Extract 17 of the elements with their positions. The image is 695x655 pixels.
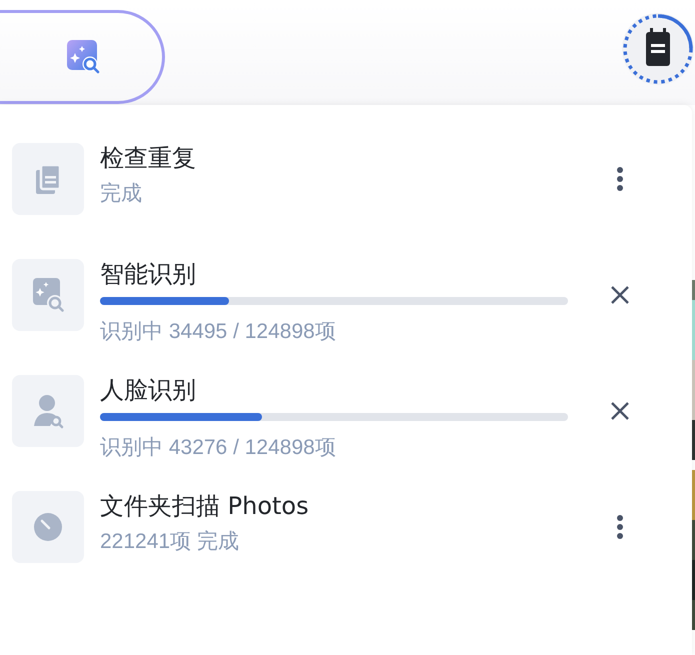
close-icon xyxy=(610,401,630,421)
more-icon xyxy=(616,514,624,540)
person-search-icon xyxy=(32,394,64,428)
task-status: 识别中 43276 / 124898项 xyxy=(100,435,337,461)
task-status: 识别中 34495 / 124898项 xyxy=(100,319,337,345)
task-status: 221241项 完成 xyxy=(100,529,240,555)
image-search-icon xyxy=(66,38,102,74)
image-search-icon xyxy=(32,277,64,313)
task-status: 完成 xyxy=(100,181,143,207)
task-title: 文件夹扫描 Photos xyxy=(100,491,310,522)
more-icon xyxy=(616,166,624,192)
copy-icon xyxy=(34,163,62,195)
close-icon xyxy=(610,285,630,305)
dial-icon xyxy=(34,513,62,541)
task-title: 人脸识别 xyxy=(100,375,197,406)
task-title: 智能识别 xyxy=(100,259,197,290)
task-title: 检查重复 xyxy=(100,143,197,174)
